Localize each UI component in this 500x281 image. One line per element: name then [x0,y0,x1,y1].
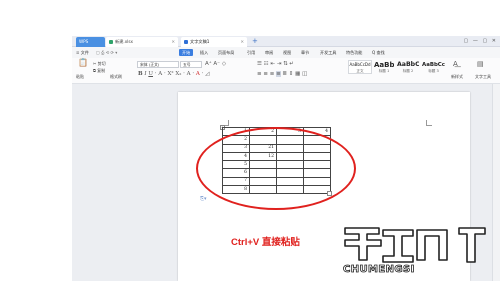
new-style-label[interactable]: 新样式 [451,74,463,80]
style-heading-3[interactable]: AaBbCc 标题 3 [421,60,446,74]
style-name: 标题 2 [402,69,414,73]
menu-review[interactable]: 审阅 [265,47,273,58]
tab-label: WPS [79,39,89,44]
document-icon [184,39,188,44]
menu-page-layout[interactable]: 页面布局 [218,47,234,58]
quick-access-icons[interactable]: ▢ ⎙ ⟲ ⟳ ▾ [96,47,117,58]
paste-label[interactable]: 粘贴 [76,74,84,80]
watermark-name: CHUMENGSI [343,264,415,276]
close-icon[interactable]: ✕ [171,37,175,47]
menu-section[interactable]: 章节 [301,47,309,58]
search-button[interactable]: Q 查找 [372,47,385,58]
font-grow-shrink-icons[interactable]: A⁺ A⁻ ◇ [205,60,226,68]
font-name-select[interactable]: 宋体 (正文) [137,61,179,68]
ribbon-toolbar: 📋 粘贴 ✂ 剪切 ⧉ 复制 格式刷 宋体 (正文) 五号 A⁺ A⁻ ◇ B … [72,58,500,84]
maximize-icon[interactable]: ▢ [482,38,487,44]
minimize-icon[interactable]: — [473,38,478,44]
tab-document[interactable]: 文字文稿1 ✕ [181,37,247,47]
style-name: 标题 3 [428,69,439,73]
copy-label: 复制 [97,68,106,73]
menu-start[interactable]: 开始 [179,49,194,56]
vertical-scrollbar[interactable] [492,84,500,281]
paste-caption: Ctrl+V 直接粘贴 [231,237,300,248]
style-normal[interactable]: AaBbCcDd 正文 [348,60,372,74]
tab-wps-home[interactable]: WPS [76,37,105,47]
menu-bar: ≡ 文件 ▢ ⎙ ⟲ ⟳ ▾ 开始 插入 页面布局 引用 审阅 视图 章节 开发… [72,47,500,58]
new-tab-button[interactable]: + [252,36,258,47]
style-name: 标题 1 [378,69,390,73]
menu-file[interactable]: ≡ 文件 [76,47,89,58]
text-tools-icon[interactable]: ▤ [477,60,484,68]
tab-spreadsheet[interactable]: 新建.xlsx ✕ [106,37,178,47]
paste-options-icon[interactable]: ⎘▾ [200,196,207,202]
menu-view[interactable]: 视图 [283,47,291,58]
alignment-icons[interactable]: ≡ ≡ ≡ ≡ ≣ ⇕ ▦ ◫ [257,70,307,78]
style-sample: AaBbCcDd [349,62,371,67]
menu-special[interactable]: 特色功能 [346,47,362,58]
style-sample: AaBbCc [422,62,445,68]
style-heading-1[interactable]: AaBb 标题 1 [373,60,395,74]
font-format-icons[interactable]: B I U · A · X² X₂ · A · A · ◿ [138,70,209,78]
format-painter-button[interactable]: 格式刷 [110,74,122,80]
highlight-ellipse [196,127,356,210]
screenshot: WPS 新建.xlsx ✕ 文字文稿1 ✕ + ▢ — ▢ ✕ ≡ 文件 ▢ ⎙ ⟲… [0,0,500,281]
cut-label: 剪切 [97,61,106,66]
paste-icon[interactable]: 📋 [78,59,88,67]
tab-label: 文字文稿1 [190,39,210,44]
menu-developer[interactable]: 开发工具 [320,47,336,58]
menu-references[interactable]: 引用 [247,47,255,58]
close-icon[interactable]: ✕ [240,37,244,47]
spreadsheet-icon [109,39,113,44]
window-controls: ▢ — ▢ ✕ [461,36,496,47]
copy-button[interactable]: ⧉ 复制 [93,68,105,74]
title-bar: WPS 新建.xlsx ✕ 文字文稿1 ✕ + ▢ — ▢ ✕ [72,36,500,47]
text-tools-label[interactable]: 文字工具 [475,74,491,80]
style-sample: AaBbC [397,61,420,68]
font-size-select[interactable]: 五号 [180,61,202,68]
new-style-icon[interactable]: A͟ [453,60,458,68]
style-heading-2[interactable]: AaBbC 标题 2 [396,60,420,74]
cut-button[interactable]: ✂ 剪切 [93,61,106,67]
list-icons[interactable]: ☰ ☷ ⇤ ⇥ ⇅ ↵ [257,60,294,68]
page-margin-corner [426,120,432,126]
style-name: 正文 [356,69,364,73]
close-window-icon[interactable]: ✕ [492,38,496,44]
style-sample: AaBb [374,61,395,69]
menu-insert[interactable]: 插入 [200,47,208,58]
format-painter-label: 格式刷 [110,74,122,79]
tab-label: 新建.xlsx [115,39,134,44]
restore-icon[interactable]: ▢ [464,38,469,44]
